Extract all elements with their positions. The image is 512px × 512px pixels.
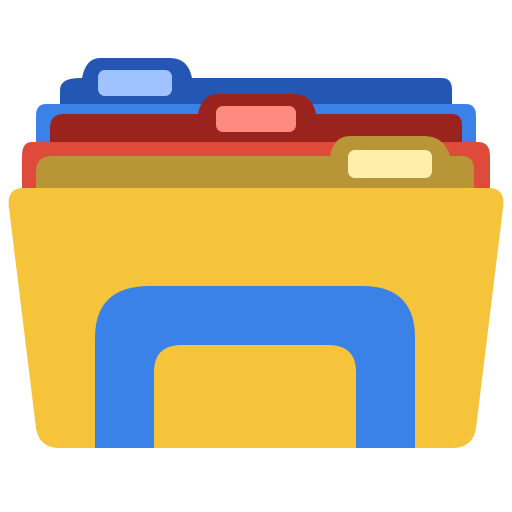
red-tab-label (216, 106, 296, 132)
inner-yellow-window (154, 345, 356, 448)
file-explorer-icon (0, 0, 512, 512)
cream-tab-label (348, 150, 432, 178)
blue-tab-label (98, 70, 172, 96)
file-explorer-svg (8, 58, 504, 448)
